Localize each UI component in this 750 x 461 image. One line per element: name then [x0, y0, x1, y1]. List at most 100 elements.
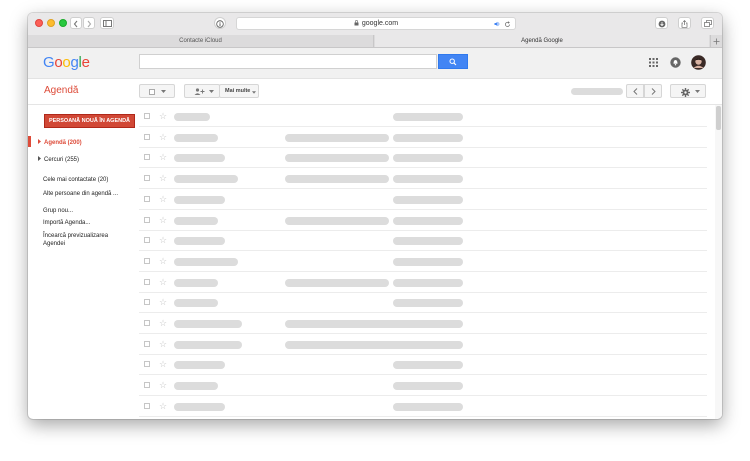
table-row[interactable]: ☆: [139, 169, 707, 190]
row-checkbox[interactable]: [144, 340, 150, 347]
search-input[interactable]: [139, 54, 437, 69]
table-row[interactable]: ☆: [139, 397, 707, 417]
address-bar[interactable]: google.com: [236, 17, 516, 30]
star-icon[interactable]: ☆: [159, 379, 167, 391]
star-icon[interactable]: ☆: [159, 151, 167, 163]
page-title[interactable]: Agendă: [44, 85, 78, 96]
star-icon[interactable]: ☆: [159, 234, 167, 246]
star-icon[interactable]: ☆: [159, 296, 167, 308]
sidebar: PERSOANĂ NOUĂ ÎN AGENDĂ Agendă (200) Cerc…: [28, 105, 138, 419]
back-button[interactable]: [70, 17, 82, 29]
zoom-window-button[interactable]: [59, 19, 67, 27]
contact-name-placeholder: [174, 113, 210, 121]
table-row[interactable]: ☆: [139, 376, 707, 397]
star-icon[interactable]: ☆: [159, 131, 167, 143]
info-icon: [216, 19, 224, 28]
table-row[interactable]: ☆: [139, 190, 707, 210]
sidebar-toggle-button[interactable]: [100, 17, 114, 29]
avatar[interactable]: [691, 55, 706, 70]
contact-email-placeholder: [285, 154, 389, 163]
download-icon: [658, 20, 665, 27]
sidebar-item-0[interactable]: Agendă (200): [38, 139, 82, 146]
tab-contacte-icloud[interactable]: Contacte iCloud: [28, 35, 374, 47]
row-checkbox[interactable]: [144, 175, 150, 182]
next-page-button[interactable]: [644, 84, 662, 98]
plus-icon: [713, 38, 720, 44]
add-to-circles-button[interactable]: [184, 84, 220, 98]
caret-right-icon[interactable]: [38, 139, 41, 144]
row-checkbox[interactable]: [144, 113, 150, 119]
scrollbar-thumb[interactable]: [716, 106, 721, 130]
row-checkbox[interactable]: [144, 278, 150, 285]
sidebar-item-3[interactable]: Alte persoane din agendă ...: [43, 191, 118, 197]
table-row[interactable]: ☆: [139, 231, 707, 252]
share-button[interactable]: [678, 17, 691, 29]
table-row[interactable]: ☆: [139, 128, 707, 148]
sidebar-item-2[interactable]: Cele mai contactate (20): [43, 177, 108, 183]
chevron-down-icon: [252, 90, 256, 94]
tab-agenda-google[interactable]: Agendă Google: [375, 35, 709, 47]
star-icon[interactable]: ☆: [159, 338, 167, 350]
table-row[interactable]: ☆: [139, 148, 707, 169]
table-row[interactable]: ☆: [139, 273, 707, 293]
row-checkbox[interactable]: [144, 320, 150, 326]
apps-grid-icon[interactable]: [649, 58, 658, 67]
row-checkbox[interactable]: [144, 154, 150, 161]
row-checkbox[interactable]: [144, 257, 150, 264]
search-button[interactable]: [438, 54, 468, 69]
contact-phone-placeholder: [393, 278, 463, 287]
reload-icon[interactable]: [504, 20, 511, 28]
google-logo[interactable]: Google: [43, 54, 90, 71]
sidebar-item-1[interactable]: Cercuri (255): [38, 156, 79, 163]
new-tab-button[interactable]: [710, 35, 722, 47]
privacy-report-button[interactable]: [214, 17, 226, 29]
star-icon[interactable]: ☆: [159, 214, 167, 226]
new-contact-button[interactable]: PERSOANĂ NOUĂ ÎN AGENDĂ: [44, 114, 135, 128]
table-row[interactable]: ☆: [139, 314, 707, 334]
sidebar-item-label: Importă Agenda...: [43, 220, 91, 226]
table-row[interactable]: ☆: [139, 211, 707, 231]
row-checkbox[interactable]: [144, 361, 150, 368]
contact-phone-placeholder: [393, 175, 463, 184]
sidebar-item-6[interactable]: Încearcă previzualizarea Agendei: [43, 232, 123, 248]
row-checkbox[interactable]: [144, 237, 150, 244]
row-checkbox[interactable]: [144, 195, 150, 202]
star-icon[interactable]: ☆: [159, 110, 167, 122]
audio-icon[interactable]: [494, 21, 501, 27]
star-icon[interactable]: ☆: [159, 255, 167, 267]
browser-toolbar: google.com: [28, 13, 722, 36]
table-row[interactable]: ☆: [139, 293, 707, 314]
table-row[interactable]: ☆: [139, 355, 707, 376]
caret-right-icon[interactable]: [38, 156, 41, 161]
star-icon[interactable]: ☆: [159, 358, 167, 370]
previous-page-button[interactable]: [626, 84, 644, 98]
more-actions-button[interactable]: Mai multe: [219, 84, 259, 98]
star-icon[interactable]: ☆: [159, 193, 167, 205]
contact-phone-placeholder: [393, 113, 463, 121]
table-row[interactable]: ☆: [139, 107, 707, 127]
row-checkbox[interactable]: [144, 402, 150, 409]
scrollbar[interactable]: [715, 105, 722, 419]
sidebar-item-4[interactable]: Grup nou...: [43, 208, 73, 214]
contact-name-placeholder: [174, 195, 225, 204]
sidebar-item-5[interactable]: Importă Agenda...: [43, 220, 90, 226]
star-icon[interactable]: ☆: [159, 400, 167, 412]
settings-button[interactable]: [670, 84, 706, 98]
notifications-icon[interactable]: [670, 57, 681, 68]
downloads-button[interactable]: [655, 17, 668, 29]
select-all-button[interactable]: [139, 84, 175, 98]
forward-button[interactable]: [83, 17, 95, 29]
table-row[interactable]: ☆: [139, 335, 707, 355]
star-icon[interactable]: ☆: [159, 276, 167, 288]
star-icon[interactable]: ☆: [159, 317, 167, 329]
row-checkbox[interactable]: [144, 382, 150, 389]
contact-phone-placeholder: [393, 216, 463, 225]
row-checkbox[interactable]: [144, 216, 150, 223]
row-checkbox[interactable]: [144, 299, 150, 306]
star-icon[interactable]: ☆: [159, 172, 167, 184]
tabs-overview-button[interactable]: [701, 17, 714, 29]
close-window-button[interactable]: [35, 19, 43, 27]
table-row[interactable]: ☆: [139, 252, 707, 272]
row-checkbox[interactable]: [144, 133, 150, 140]
minimize-window-button[interactable]: [47, 19, 55, 27]
